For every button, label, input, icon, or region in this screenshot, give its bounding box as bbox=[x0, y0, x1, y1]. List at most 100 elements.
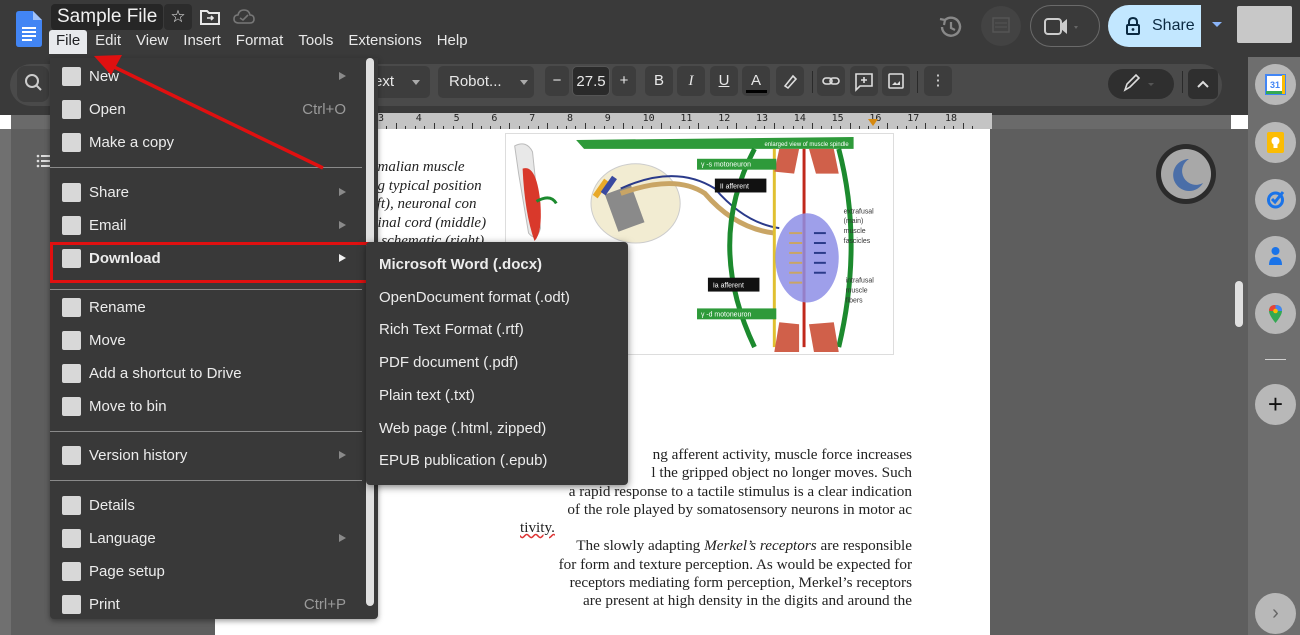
ruler-number: 13 bbox=[756, 113, 769, 124]
file-menu-item-print[interactable]: Print Ctrl+P bbox=[50, 588, 362, 621]
contacts-icon bbox=[1269, 247, 1282, 265]
menu-item-label: Version history bbox=[89, 447, 188, 464]
hide-menus-chevron-up-icon[interactable] bbox=[1188, 69, 1218, 99]
text-line: a rapid response to a tactile stimulus i… bbox=[568, 482, 912, 500]
figure-banner-label: enlarged view of muscle spindle bbox=[764, 142, 849, 148]
tasks-button[interactable] bbox=[1255, 179, 1296, 220]
move-folder-icon[interactable] bbox=[200, 8, 220, 26]
menu-tools[interactable]: Tools bbox=[291, 30, 340, 54]
horizontal-ruler[interactable]: 3 4 5 6 7 8 9 10 11 12 13 14 15 16 17 18 bbox=[374, 113, 992, 129]
menu-file[interactable]: File bbox=[49, 30, 88, 54]
cloud-saved-icon[interactable] bbox=[233, 9, 255, 25]
text-color-button[interactable]: A bbox=[742, 66, 770, 96]
menu-view[interactable]: View bbox=[129, 30, 175, 54]
download-epub[interactable]: EPUB publication (.epub) bbox=[379, 446, 547, 476]
share-options-chevron-icon[interactable] bbox=[1212, 22, 1222, 27]
download-html-zipped[interactable]: Web page (.html, zipped) bbox=[379, 414, 546, 444]
file-menu-item-make-a-copy[interactable]: Make a copy bbox=[50, 126, 362, 159]
highlight-color-button[interactable] bbox=[776, 66, 804, 96]
meet-button[interactable] bbox=[1030, 5, 1100, 47]
file-menu-item-language[interactable]: Language bbox=[50, 522, 362, 555]
figure-caption: nmalian muscle ng typical position eft),… bbox=[370, 158, 510, 251]
font-size-input[interactable]: 27.5 bbox=[572, 66, 610, 96]
get-add-ons-button[interactable]: + bbox=[1255, 384, 1296, 425]
download-rtf[interactable]: Rich Text Format (.rtf) bbox=[379, 315, 524, 345]
file-menu-item-details[interactable]: Details bbox=[50, 489, 362, 522]
document-title[interactable]: Sample File bbox=[51, 4, 164, 30]
file-menu-item-new[interactable]: New bbox=[50, 60, 362, 93]
file-menu-item-add-shortcut[interactable]: Add a shortcut to Drive bbox=[50, 357, 362, 390]
keep-button[interactable] bbox=[1255, 122, 1296, 163]
menu-separator bbox=[50, 431, 362, 432]
styles-dropdown[interactable]: ext bbox=[374, 66, 430, 98]
version-history-icon[interactable] bbox=[937, 13, 965, 41]
ruler-edge bbox=[0, 115, 11, 129]
insert-link-button[interactable] bbox=[817, 66, 845, 96]
chevron-down-icon bbox=[519, 79, 528, 85]
calendar-day: 31 bbox=[1270, 80, 1280, 90]
insert-image-button[interactable] bbox=[882, 66, 910, 96]
rename-icon bbox=[62, 298, 81, 317]
font-label: Robot... bbox=[449, 73, 502, 90]
file-menu-item-rename[interactable]: Rename bbox=[50, 291, 362, 324]
info-icon bbox=[62, 496, 81, 515]
download-txt[interactable]: Plain text (.txt) bbox=[379, 381, 475, 411]
star-icon[interactable]: ☆ bbox=[164, 4, 192, 30]
file-menu-item-page-setup[interactable]: Page setup bbox=[50, 555, 362, 588]
ruler-number: 11 bbox=[680, 113, 693, 124]
gamma-d-label: γ -d motoneuron bbox=[701, 311, 752, 318]
tasks-icon bbox=[1267, 191, 1285, 209]
file-menu-item-move[interactable]: Move bbox=[50, 324, 362, 357]
menu-extensions[interactable]: Extensions bbox=[341, 30, 428, 54]
submenu-arrow-icon bbox=[339, 221, 346, 229]
share-button[interactable]: Share bbox=[1108, 5, 1201, 47]
file-menu-item-version-history[interactable]: Version history bbox=[50, 439, 362, 472]
text-line: are present at high density in the digit… bbox=[583, 592, 912, 610]
show-side-panel-chevron-right-icon[interactable]: › bbox=[1255, 593, 1296, 634]
ruler-number: 4 bbox=[415, 113, 422, 124]
download-pdf[interactable]: PDF document (.pdf) bbox=[379, 348, 518, 378]
menu-separator bbox=[50, 167, 362, 168]
download-docx[interactable]: Microsoft Word (.docx) bbox=[379, 250, 542, 280]
maps-button[interactable] bbox=[1255, 293, 1296, 334]
italic-button[interactable]: I bbox=[677, 66, 705, 96]
menu-item-label: Details bbox=[89, 497, 135, 514]
search-menus-button[interactable] bbox=[17, 66, 49, 102]
caption-line: pinal cord (middle) bbox=[370, 214, 487, 231]
ruler-number: 3 bbox=[378, 113, 385, 124]
more-options-button[interactable]: ⋮ bbox=[924, 66, 952, 96]
text-line: of the role played by somatosensory neur… bbox=[567, 500, 912, 518]
calendar-button[interactable]: 31 bbox=[1255, 64, 1296, 105]
bold-button[interactable]: B bbox=[645, 66, 673, 96]
download-odt[interactable]: OpenDocument format (.odt) bbox=[379, 283, 570, 313]
comments-button[interactable] bbox=[981, 6, 1021, 46]
menu-insert[interactable]: Insert bbox=[176, 30, 228, 54]
misspelled-word[interactable]: tivity. bbox=[520, 519, 555, 536]
account-avatar[interactable] bbox=[1237, 6, 1292, 43]
menu-format[interactable]: Format bbox=[229, 30, 291, 54]
menu-edit[interactable]: Edit bbox=[88, 30, 128, 54]
docs-logo-icon[interactable] bbox=[16, 11, 42, 47]
file-menu-item-email[interactable]: Email bbox=[50, 209, 362, 242]
menu-item-label: Language bbox=[89, 530, 156, 547]
file-menu-item-open[interactable]: Open Ctrl+O bbox=[50, 93, 362, 126]
ruler-number: 9 bbox=[604, 113, 611, 124]
add-comment-button[interactable] bbox=[850, 66, 878, 96]
dark-mode-toggle[interactable] bbox=[1156, 144, 1216, 204]
file-menu-item-move-to-bin[interactable]: Move to bin bbox=[50, 390, 362, 423]
extrafusal-label: muscle bbox=[844, 228, 866, 235]
menu-help[interactable]: Help bbox=[430, 30, 475, 54]
right-indent-marker[interactable] bbox=[868, 119, 878, 126]
increase-font-size-button[interactable]: + bbox=[612, 66, 636, 96]
decrease-font-size-button[interactable]: − bbox=[545, 66, 569, 96]
underline-button[interactable]: U bbox=[710, 66, 738, 96]
document-scrollbar-thumb[interactable] bbox=[1235, 281, 1243, 327]
text-run: The slowly adapting bbox=[576, 537, 705, 555]
contacts-button[interactable] bbox=[1255, 236, 1296, 277]
menu-item-label: Rename bbox=[89, 299, 146, 316]
toolbar-divider bbox=[917, 71, 918, 93]
font-dropdown[interactable]: Robot... bbox=[438, 66, 534, 98]
file-menu-item-share[interactable]: Share bbox=[50, 176, 362, 209]
editing-mode-dropdown[interactable] bbox=[1108, 69, 1174, 99]
ruler-number: 14 bbox=[793, 113, 806, 124]
